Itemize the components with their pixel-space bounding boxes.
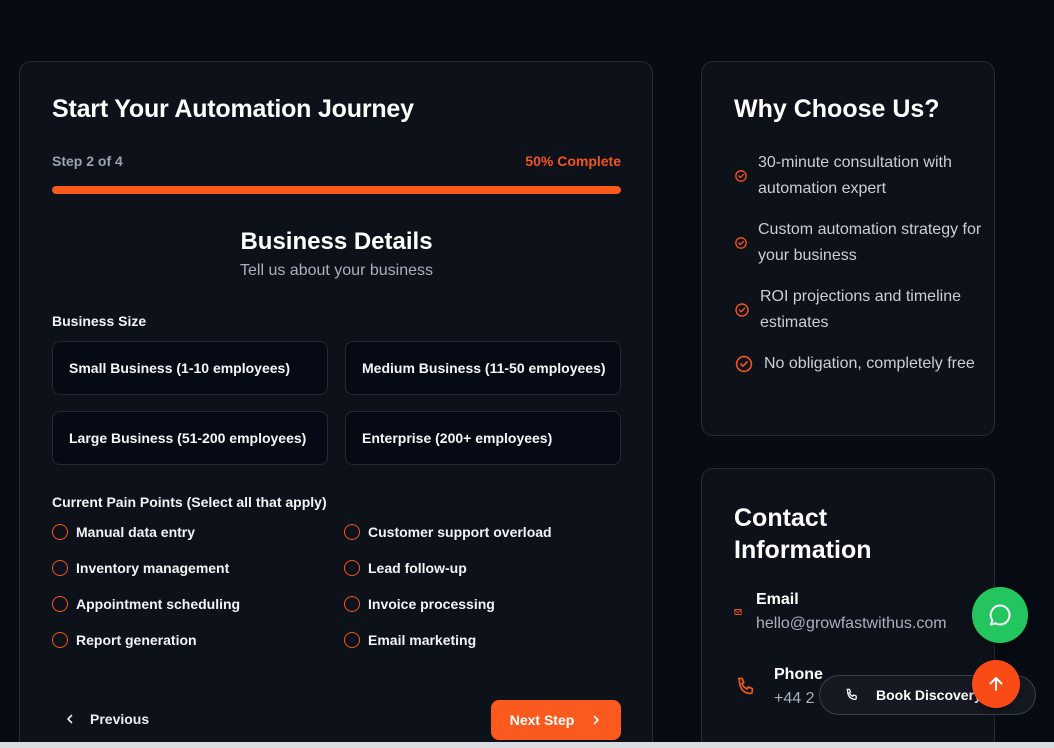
pain-point-label: Manual data entry (76, 524, 196, 540)
checkbox-circle[interactable] (344, 524, 360, 540)
progress-bar (52, 186, 621, 194)
next-step-button[interactable]: Next Step (491, 700, 621, 740)
phone-block: Phone +44 2 (774, 666, 823, 708)
check-circle-icon (734, 302, 750, 318)
benefit-text: 30-minute consultation with automation e… (758, 154, 952, 197)
size-option-enterprise[interactable]: Enterprise (200+ employees) (345, 411, 621, 465)
checkbox-circle[interactable] (52, 596, 68, 612)
checkbox-circle[interactable] (344, 596, 360, 612)
check-circle-icon (734, 236, 748, 250)
section-title: Business Details (240, 228, 433, 255)
pain-point-item[interactable]: Lead follow-up (344, 559, 621, 577)
checkbox-circle[interactable] (344, 632, 360, 648)
benefit-text: No obligation, completely free (764, 355, 975, 372)
scroll-to-top-button[interactable] (972, 660, 1020, 708)
business-size-label: Business Size (52, 313, 147, 329)
pain-point-label: Inventory management (76, 560, 230, 576)
pain-point-item[interactable]: Email marketing (344, 631, 621, 649)
step-row: Step 2 of 4 50% Complete (52, 153, 621, 169)
checkbox-circle[interactable] (52, 632, 68, 648)
previous-label: Previous (90, 711, 150, 727)
horizontal-scrollbar[interactable] (0, 742, 1054, 748)
phone-icon (734, 675, 774, 699)
benefit-item: ROI projections and timeline estimates (734, 284, 984, 336)
pain-point-label: Email marketing (368, 632, 477, 648)
size-option-medium[interactable]: Medium Business (11-50 employees) (345, 341, 621, 395)
business-size-options: Small Business (1-10 employees) Medium B… (52, 341, 621, 465)
check-circle-icon (734, 354, 754, 374)
benefit-text: ROI projections and timeline estimates (760, 288, 961, 331)
form-title: Start Your Automation Journey (52, 95, 414, 123)
phone-value[interactable]: +44 2 (774, 690, 823, 708)
step-indicator: Step 2 of 4 (52, 153, 123, 169)
phone-label: Phone (774, 666, 823, 683)
check-circle-icon (734, 169, 748, 183)
chat-bubble-icon (987, 602, 1013, 628)
pain-point-label: Report generation (76, 632, 197, 648)
chevron-left-icon (64, 713, 76, 725)
benefit-item: No obligation, completely free (734, 351, 984, 377)
phone-icon (844, 687, 860, 703)
benefit-item: Custom automation strategy for your busi… (734, 217, 984, 269)
mail-icon (734, 608, 756, 616)
benefit-text: Custom automation strategy for your busi… (758, 221, 982, 264)
pain-point-item[interactable]: Inventory management (52, 559, 344, 577)
pain-points-options: Manual data entry Customer support overl… (52, 523, 621, 649)
whatsapp-button[interactable] (972, 587, 1028, 643)
pain-point-item[interactable]: Customer support overload (344, 523, 621, 541)
contact-title: Contact Information (734, 504, 872, 564)
pain-point-label: Appointment scheduling (76, 596, 241, 612)
section-subtitle: Tell us about your business (240, 262, 433, 279)
pain-point-item[interactable]: Report generation (52, 631, 344, 649)
benefit-item: 30-minute consultation with automation e… (734, 150, 984, 202)
email-block: Email hello@growfastwithus.com (756, 591, 947, 633)
size-option-large[interactable]: Large Business (51-200 employees) (52, 411, 328, 465)
checkbox-circle[interactable] (52, 560, 68, 576)
pain-point-label: Lead follow-up (368, 560, 467, 576)
pain-points-label: Current Pain Points (Select all that app… (52, 494, 327, 510)
pain-point-item[interactable]: Invoice processing (344, 595, 621, 613)
book-discovery-label: Book Discovery (876, 687, 982, 703)
size-option-small[interactable]: Small Business (1-10 employees) (52, 341, 328, 395)
pain-point-item[interactable]: Appointment scheduling (52, 595, 344, 613)
checkbox-circle[interactable] (52, 524, 68, 540)
chevron-right-icon (590, 714, 602, 726)
page: Start Your Automation Journey Step 2 of … (0, 0, 1054, 748)
checkbox-circle[interactable] (344, 560, 360, 576)
contact-phone: Phone +44 2 (734, 666, 823, 708)
progress-fill (52, 186, 621, 194)
why-choose-us-card: Why Choose Us? 30-minute consultation wi… (701, 61, 995, 436)
pain-point-item[interactable]: Manual data entry (52, 523, 344, 541)
email-value[interactable]: hello@growfastwithus.com (756, 615, 947, 633)
contact-email: Email hello@growfastwithus.com (734, 591, 947, 633)
pain-point-label: Invoice processing (368, 596, 495, 612)
why-title: Why Choose Us? (734, 95, 940, 123)
previous-button[interactable]: Previous (64, 700, 149, 738)
arrow-up-icon (986, 674, 1006, 694)
progress-percent: 50% Complete (525, 153, 621, 169)
form-card: Start Your Automation Journey Step 2 of … (19, 61, 653, 748)
email-label: Email (756, 591, 799, 608)
next-step-label: Next Step (509, 712, 575, 728)
pain-point-label: Customer support overload (368, 524, 552, 540)
